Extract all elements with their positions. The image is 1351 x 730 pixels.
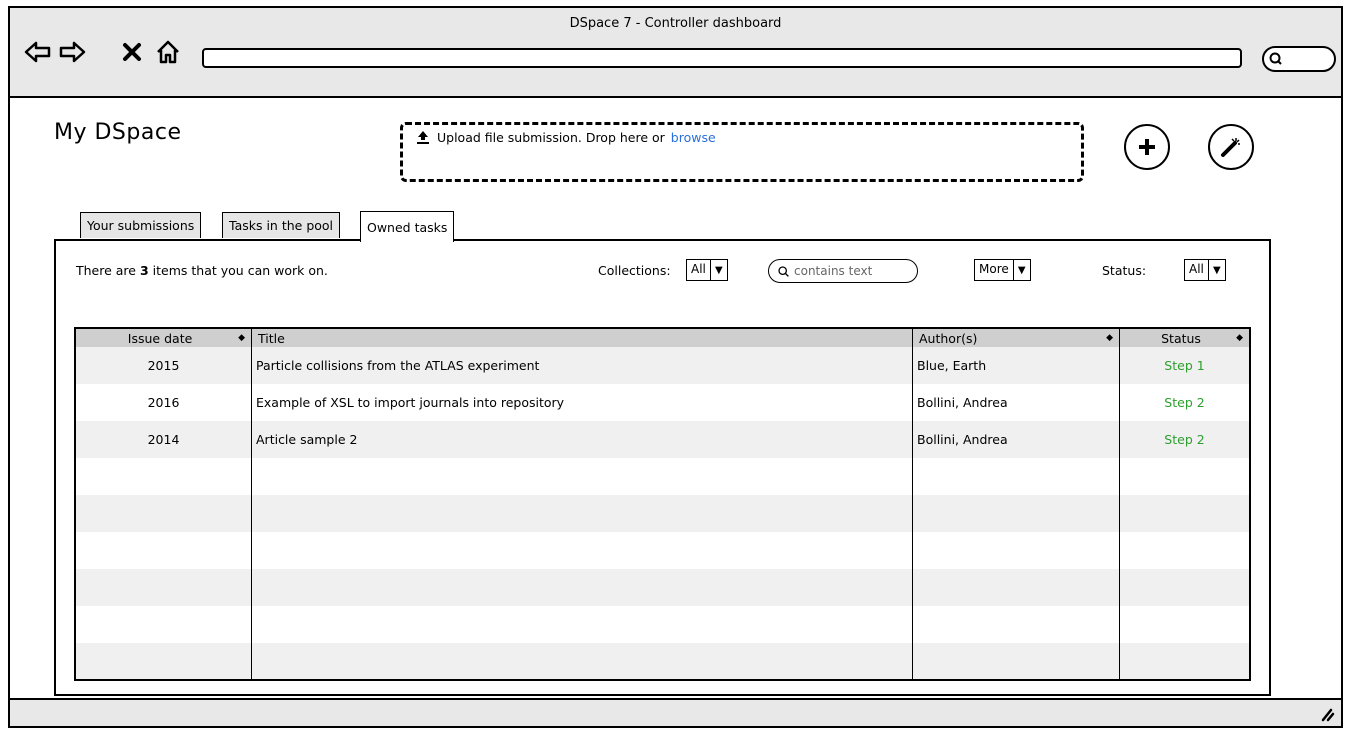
home-button[interactable] (154, 38, 182, 66)
header-label: Author(s) (919, 330, 978, 346)
issue-date-cell: 2014 (76, 421, 252, 458)
tab-your-submissions[interactable]: Your submissions (80, 212, 202, 238)
page-title: My DSpace (54, 120, 182, 145)
dropdown-arrow-icon: ▼ (1017, 264, 1026, 276)
browser-toolbar: DSpace 7 - Controller dashboard (10, 8, 1341, 98)
sort-icon: ◆ (238, 333, 245, 343)
status-cell: Step 2 (1164, 432, 1205, 447)
forward-arrow-icon (59, 41, 86, 63)
status-label: Status: (1102, 263, 1147, 278)
issue-date-cell: 2015 (76, 347, 252, 384)
owned-tasks-panel: There are 3 items that you can work on. … (54, 239, 1271, 696)
dropdown-arrow-icon: ▼ (1213, 264, 1221, 276)
column-header-title[interactable]: Title (252, 329, 913, 347)
dropdown-arrow-icon: ▼ (715, 264, 723, 276)
upload-dropzone[interactable]: Upload file submission. Drop here or bro… (400, 122, 1084, 182)
import-wizard-button[interactable] (1208, 124, 1254, 170)
plus-icon (1139, 139, 1155, 155)
upload-text: Upload file submission. Drop here or (437, 129, 665, 145)
author-cell: Bollini, Andrea (913, 421, 1120, 458)
title-cell[interactable]: Article sample 2 (252, 421, 913, 458)
more-filters-select[interactable]: More ▼ (974, 259, 1031, 281)
table-row[interactable]: 2015 Particle collisions from the ATLAS … (76, 347, 1249, 384)
magic-wand-icon (1221, 138, 1240, 157)
column-header-status[interactable]: Status ◆ (1120, 329, 1249, 347)
table-header: Issue date ◆ Title Author(s) ◆ Status ◆ (76, 329, 1249, 347)
collections-label: Collections: (598, 263, 671, 278)
tab-owned-tasks[interactable]: Owned tasks (360, 211, 455, 242)
forward-button[interactable] (58, 38, 86, 66)
browser-search-field[interactable] (1262, 46, 1336, 72)
stop-button[interactable] (118, 38, 146, 66)
search-placeholder: contains text (794, 264, 873, 278)
title-cell[interactable]: Example of XSL to import journals into r… (252, 384, 913, 421)
header-label: Status (1161, 330, 1201, 346)
add-submission-button[interactable] (1124, 124, 1170, 170)
table-row-empty (76, 643, 1249, 679)
table-row-empty (76, 606, 1249, 643)
header-label: Issue date (127, 330, 193, 346)
author-cell: Bollini, Andrea (913, 384, 1120, 421)
home-icon (157, 40, 179, 64)
items-info: There are 3 items that you can work on. (76, 263, 328, 278)
table-row-empty (76, 569, 1249, 606)
address-bar[interactable] (202, 48, 1242, 68)
status-select[interactable]: All ▼ (1184, 259, 1226, 281)
table-row-empty (76, 458, 1249, 495)
author-cell: Blue, Earth (913, 347, 1120, 384)
status-value: All (1185, 260, 1209, 280)
status-cell: Step 1 (1164, 358, 1205, 373)
browse-link[interactable]: browse (671, 130, 716, 145)
items-info-prefix: There are (76, 263, 136, 278)
sort-icon: ◆ (1106, 333, 1113, 343)
upload-instructions: Upload file submission. Drop here or bro… (415, 129, 716, 145)
window-title: DSpace 7 - Controller dashboard (569, 16, 782, 31)
status-bar (10, 698, 1341, 726)
sort-icon: ◆ (1236, 333, 1243, 343)
tasks-table: Issue date ◆ Title Author(s) ◆ Status ◆ … (74, 327, 1251, 681)
resize-grip-icon[interactable] (1319, 706, 1335, 722)
table-row-empty (76, 532, 1249, 569)
collections-value: All (687, 260, 711, 280)
column-header-authors[interactable]: Author(s) ◆ (913, 329, 1120, 347)
tab-tasks-in-pool[interactable]: Tasks in the pool (222, 212, 341, 238)
browser-window: DSpace 7 - Controller dashboard My DSpac… (8, 6, 1343, 728)
column-header-issue-date[interactable]: Issue date ◆ (76, 329, 252, 347)
collections-select[interactable]: All ▼ (686, 259, 728, 281)
status-cell: Step 2 (1164, 395, 1205, 410)
items-count: 3 (139, 263, 149, 278)
search-icon (778, 265, 789, 277)
title-cell[interactable]: Particle collisions from the ATLAS exper… (252, 347, 913, 384)
table-row[interactable]: 2014 Article sample 2 Bollini, Andrea St… (76, 421, 1249, 458)
upload-icon (417, 131, 429, 144)
more-value: More (975, 260, 1014, 280)
back-arrow-icon (24, 41, 51, 63)
contains-text-search[interactable]: contains text (768, 259, 918, 283)
close-icon (123, 43, 141, 61)
search-icon (1269, 52, 1282, 65)
table-row-empty (76, 495, 1249, 532)
table-row[interactable]: 2016 Example of XSL to import journals i… (76, 384, 1249, 421)
issue-date-cell: 2016 (76, 384, 252, 421)
back-button[interactable] (24, 38, 52, 66)
header-label: Title (258, 330, 285, 346)
items-info-suffix: items that you can work on. (152, 263, 328, 278)
